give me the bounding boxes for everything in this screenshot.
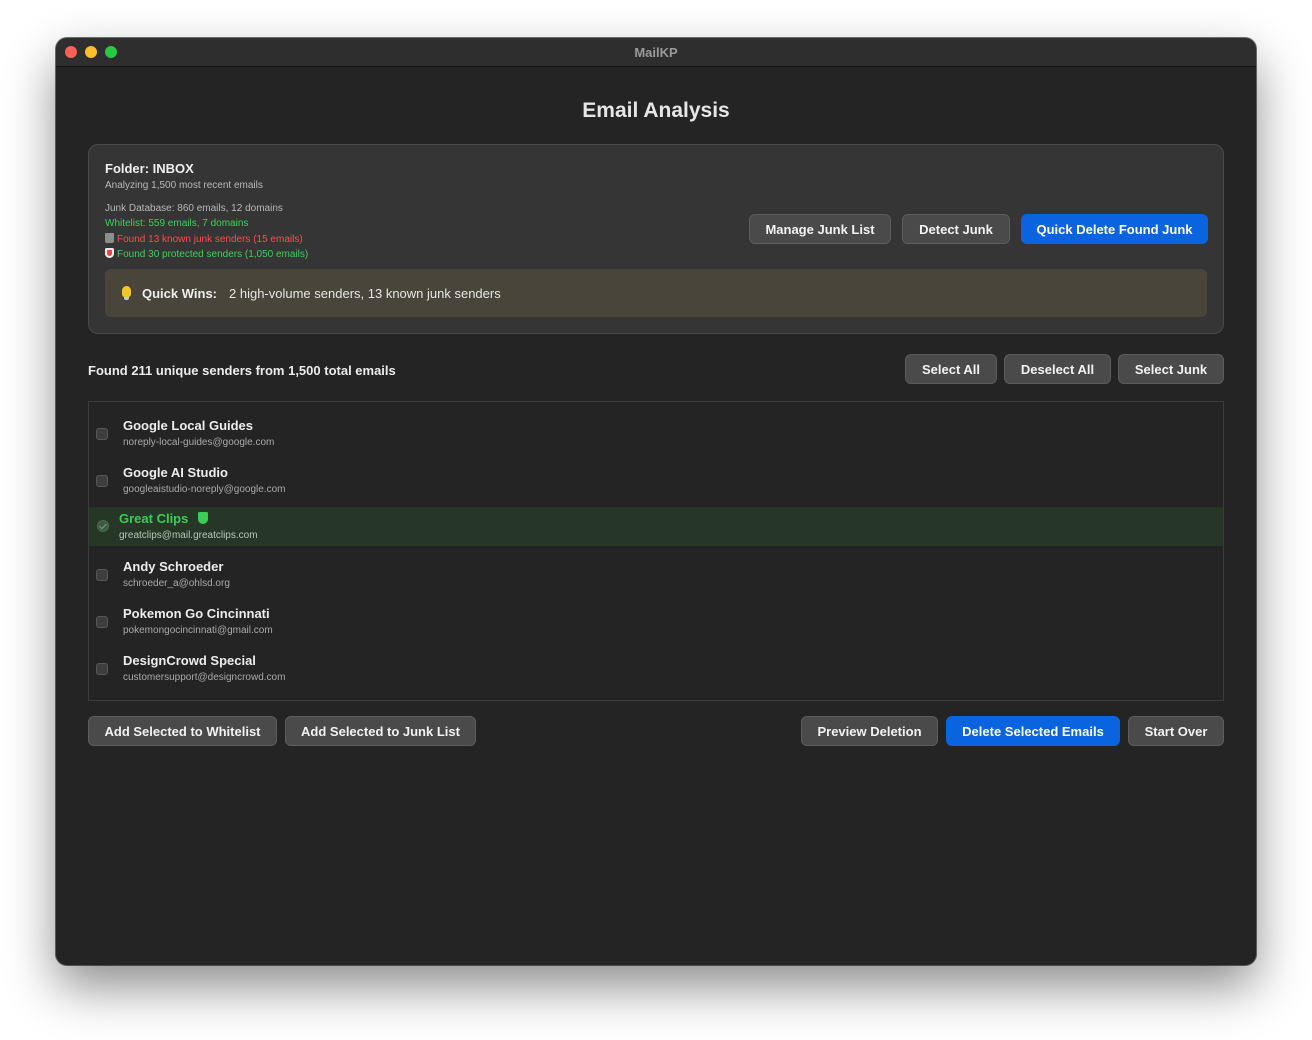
quick-wins-text: 2 high-volume senders, 13 known junk sen… xyxy=(229,286,501,301)
detect-junk-button[interactable]: Detect Junk xyxy=(902,214,1010,244)
sender-checkbox[interactable] xyxy=(96,663,108,675)
deselect-all-button[interactable]: Deselect All xyxy=(1004,354,1111,384)
sender-email: customersupport@designcrowd.com xyxy=(123,672,286,683)
app-window: MailKP Email Analysis Folder: INBOX Anal… xyxy=(56,38,1256,965)
sender-email: noreply-local-guides@google.com xyxy=(123,437,275,448)
sender-name: Google AI Studio xyxy=(123,465,228,480)
select-all-button[interactable]: Select All xyxy=(905,354,997,384)
sender-name: Google Local Guides xyxy=(123,418,254,433)
sender-name-text: Great Clips xyxy=(119,511,189,526)
sender-email: schroeder_a@ohlsd.org xyxy=(123,578,230,589)
preview-deletion-button[interactable]: Preview Deletion xyxy=(801,716,938,746)
manage-junk-list-button[interactable]: Manage Junk List xyxy=(749,214,891,244)
trash-icon xyxy=(105,233,114,243)
quick-wins-banner: Quick Wins: 2 high-volume senders, 13 kn… xyxy=(105,269,1207,317)
lightbulb-icon xyxy=(122,286,131,300)
quick-delete-found-junk-button[interactable]: Quick Delete Found Junk xyxy=(1021,214,1208,244)
delete-selected-emails-button[interactable]: Delete Selected Emails xyxy=(946,716,1120,746)
sender-row[interactable]: DesignCrowd Special customersupport@desi… xyxy=(89,649,1223,688)
analyzing-text: Analyzing 1,500 most recent emails xyxy=(105,180,263,191)
page-title: Email Analysis xyxy=(582,99,730,122)
junk-database-stats: Junk Database: 860 emails, 12 domains xyxy=(105,203,283,214)
found-protected-line: Found 30 protected senders (1,050 emails… xyxy=(105,248,308,260)
shield-icon xyxy=(198,512,209,524)
shield-icon xyxy=(105,248,114,258)
sender-checkbox[interactable] xyxy=(96,475,108,487)
protected-check-icon xyxy=(97,520,109,532)
sender-list: Google Local Guides noreply-local-guides… xyxy=(88,401,1224,701)
found-junk-line: Found 13 known junk senders (15 emails) xyxy=(105,233,303,245)
found-junk-text: Found 13 known junk senders (15 emails) xyxy=(117,234,303,245)
start-over-button[interactable]: Start Over xyxy=(1128,716,1224,746)
found-protected-text: Found 30 protected senders (1,050 emails… xyxy=(117,249,309,260)
select-junk-button[interactable]: Select Junk xyxy=(1118,354,1224,384)
sender-name: Great Clips xyxy=(119,511,209,526)
sender-row-whitelisted[interactable]: Great Clips greatclips@mail.greatclips.c… xyxy=(89,507,1223,546)
sender-email: pokemongocincinnati@gmail.com xyxy=(123,625,273,636)
folder-title: Folder: INBOX xyxy=(105,161,194,176)
add-to-whitelist-button[interactable]: Add Selected to Whitelist xyxy=(88,716,277,746)
add-to-junk-list-button[interactable]: Add Selected to Junk List xyxy=(285,716,476,746)
sender-checkbox[interactable] xyxy=(96,569,108,581)
sender-email: greatclips@mail.greatclips.com xyxy=(119,530,258,541)
sender-name: DesignCrowd Special xyxy=(123,653,256,668)
sender-row[interactable]: Pokemon Go Cincinnati pokemongocincinnat… xyxy=(89,602,1223,641)
title-bar: MailKP xyxy=(56,38,1256,67)
sender-checkbox[interactable] xyxy=(96,616,108,628)
analysis-info-panel: Folder: INBOX Analyzing 1,500 most recen… xyxy=(88,144,1224,334)
sender-checkbox[interactable] xyxy=(96,428,108,440)
sender-name: Pokemon Go Cincinnati xyxy=(123,606,270,621)
window-title: MailKP xyxy=(634,45,678,60)
whitelist-stats: Whitelist: 559 emails, 7 domains xyxy=(105,218,249,229)
quick-wins-label: Quick Wins: xyxy=(142,286,218,301)
sender-name: Andy Schroeder xyxy=(123,559,224,574)
sender-email: googleaistudio-noreply@google.com xyxy=(123,484,286,495)
sender-row[interactable]: Google AI Studio googleaistudio-noreply@… xyxy=(89,461,1223,500)
sender-row[interactable]: Google Local Guides noreply-local-guides… xyxy=(89,414,1223,453)
senders-summary: Found 211 unique senders from 1,500 tota… xyxy=(88,363,396,378)
sender-row[interactable]: Andy Schroeder schroeder_a@ohlsd.org xyxy=(89,555,1223,594)
